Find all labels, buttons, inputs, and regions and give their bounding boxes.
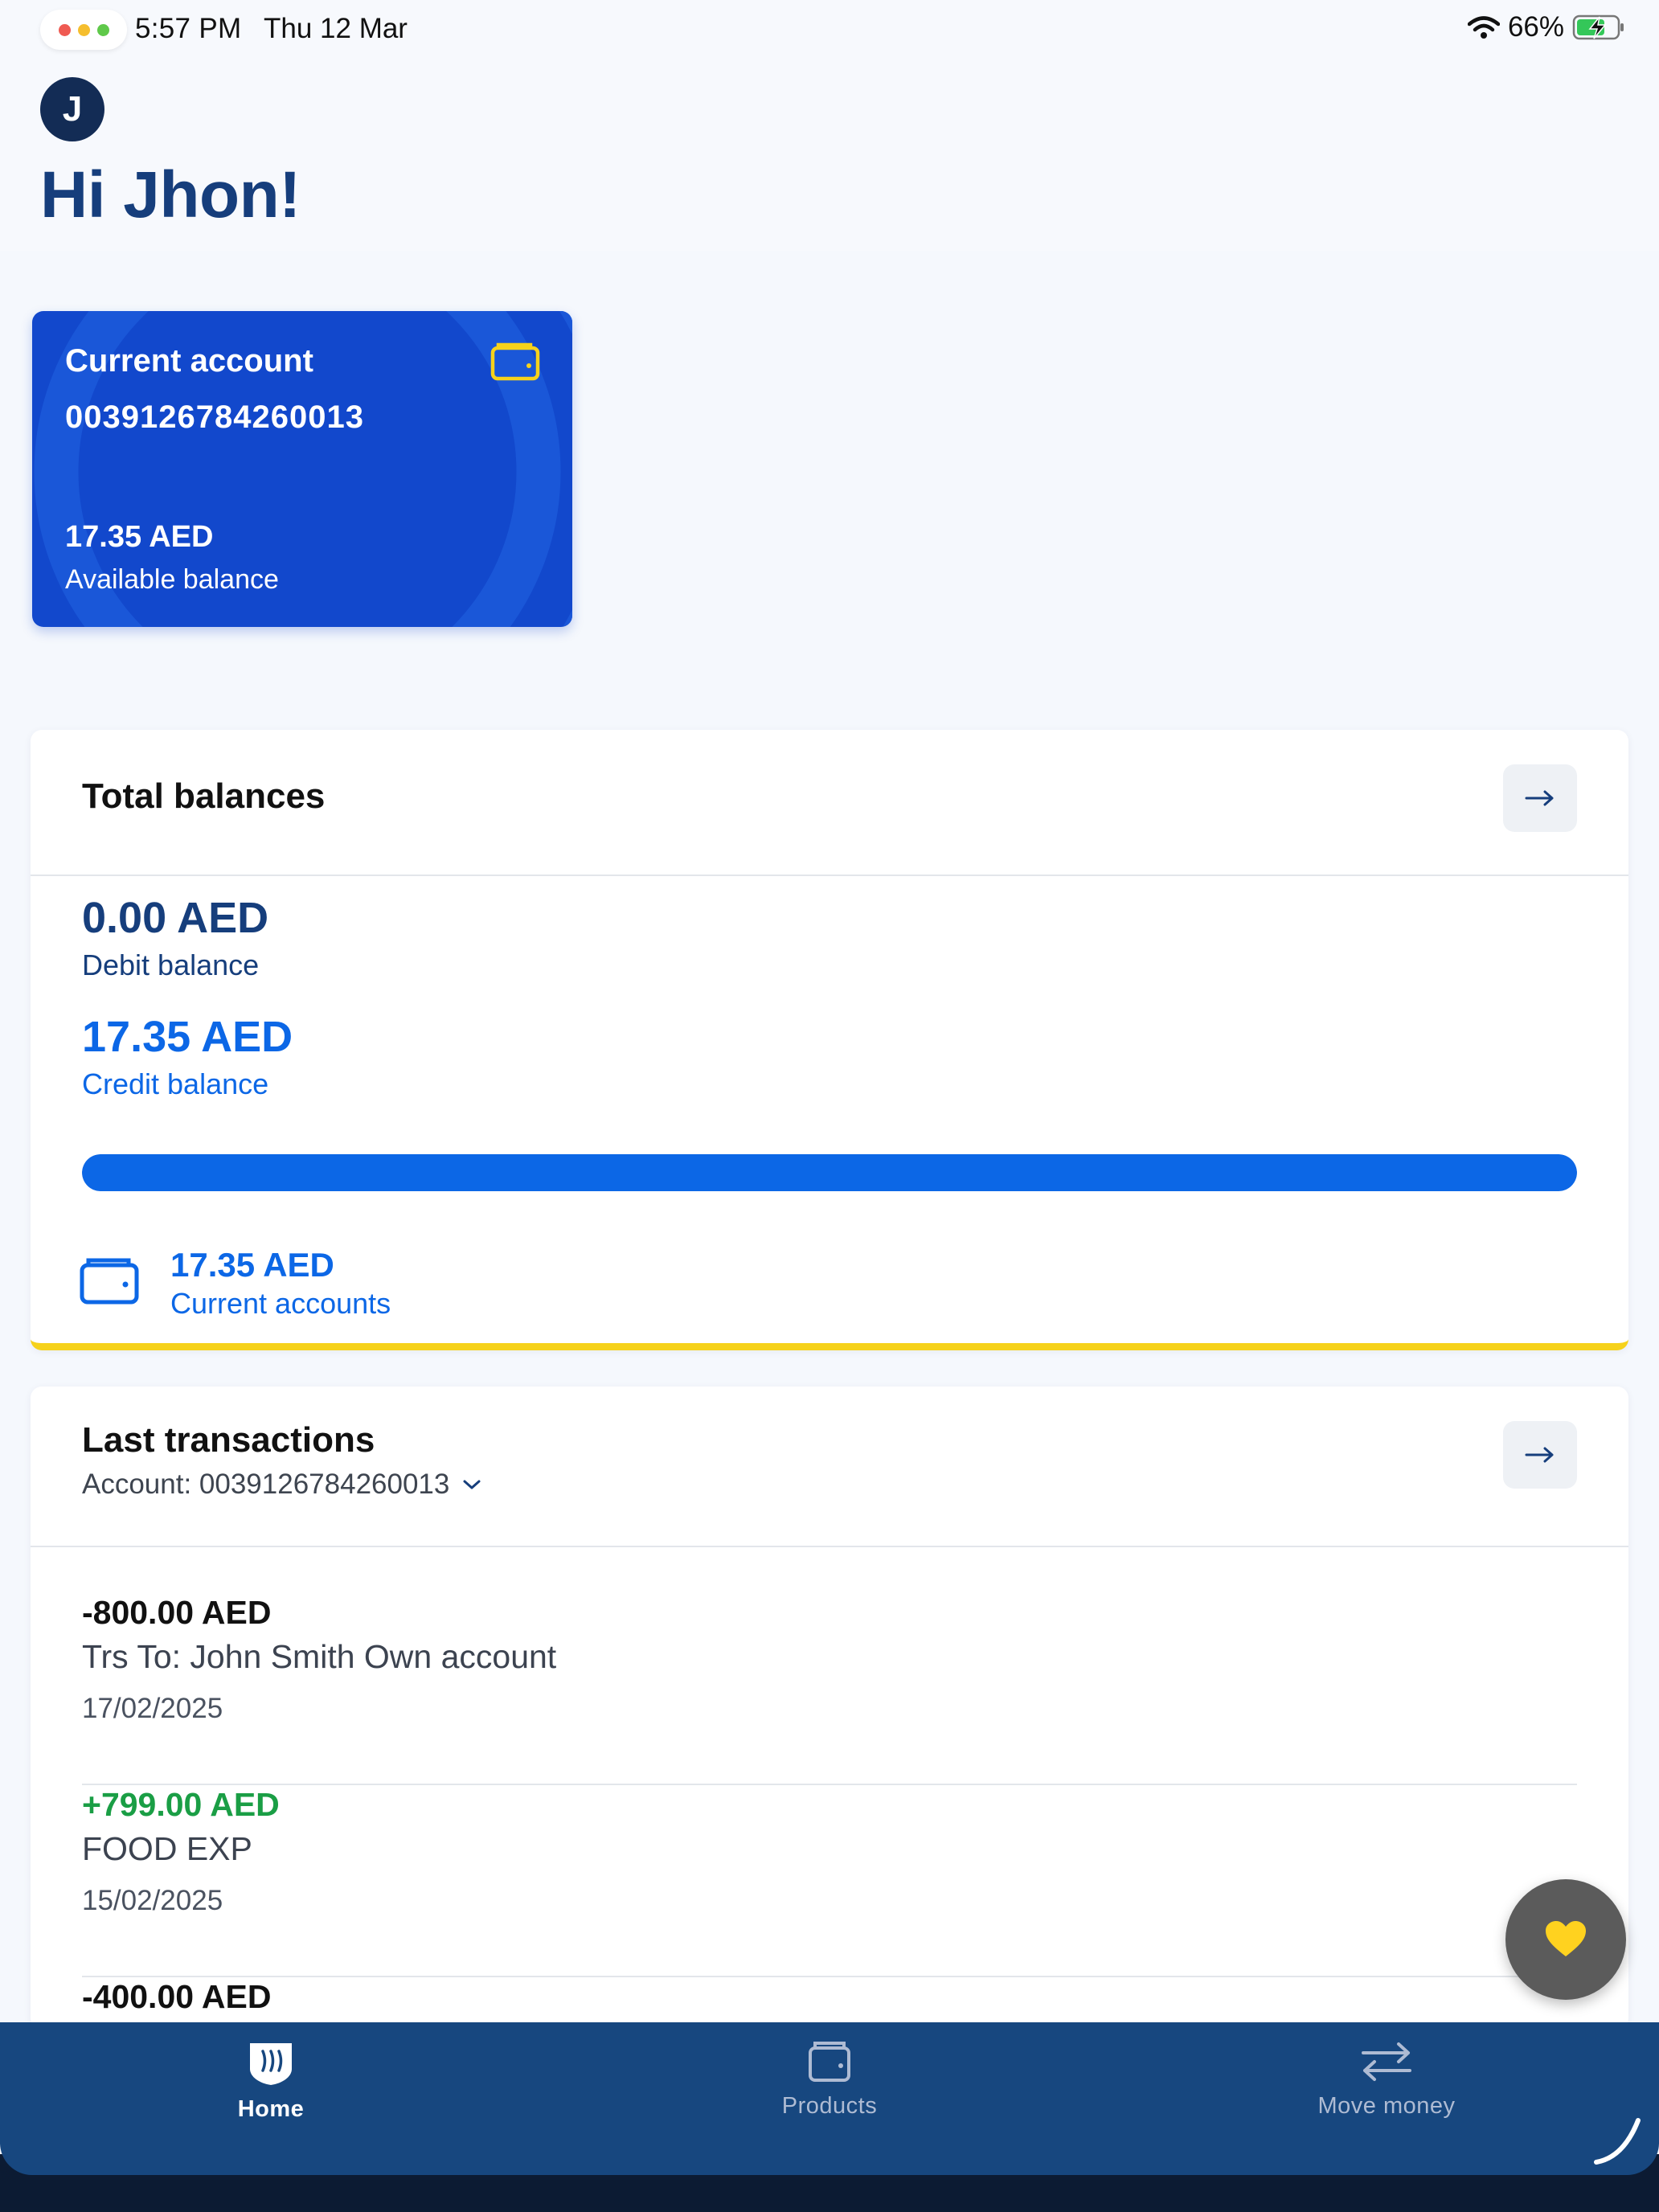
debit-balance-label: Debit balance bbox=[82, 948, 260, 981]
balance-progress-bar bbox=[82, 1154, 1577, 1191]
bottom-navigation: Home Products Move money bbox=[0, 2022, 1659, 2175]
transaction-date: 17/02/2025 bbox=[82, 1693, 223, 1724]
nav-label-products: Products bbox=[781, 2093, 878, 2119]
account-card-label: Available balance bbox=[65, 564, 279, 595]
battery-percent: 66% bbox=[1507, 11, 1564, 43]
current-accounts-label[interactable]: Current accounts bbox=[170, 1287, 391, 1321]
transaction-amount: -400.00 AED bbox=[82, 1978, 272, 2015]
close-dot-icon[interactable] bbox=[58, 23, 71, 36]
avatar-initial: J bbox=[62, 89, 83, 129]
nav-item-products[interactable]: Products bbox=[709, 2040, 950, 2120]
zoom-dot-icon[interactable] bbox=[96, 23, 109, 36]
balance-progress-fill bbox=[82, 1154, 1577, 1191]
favorites-fab[interactable] bbox=[1505, 1879, 1626, 2000]
status-bar: 5:57 PM Thu 12 Mar 66% bbox=[0, 0, 1659, 60]
total-balances-panel: Total balances 0.00 AED Debit balance 17… bbox=[31, 730, 1628, 1350]
panel-divider bbox=[31, 875, 1628, 876]
account-selector[interactable]: Account: 0039126784260013 bbox=[82, 1469, 481, 1501]
last-transactions-title: Last transactions bbox=[82, 1420, 375, 1460]
total-balances-arrow-button[interactable] bbox=[1503, 764, 1577, 832]
arrow-right-icon bbox=[1525, 790, 1554, 806]
debit-balance-amount: 0.00 AED bbox=[82, 894, 269, 942]
last-transactions-panel: Last transactions Account: 0039126784260… bbox=[31, 1387, 1628, 2030]
status-indicators: 66% bbox=[1467, 11, 1627, 43]
home-icon bbox=[250, 2043, 292, 2085]
account-card-title: Current account bbox=[65, 343, 313, 379]
total-balances-title: Total balances bbox=[82, 776, 326, 816]
transaction-row[interactable]: -800.00 AED Trs To: John Smith Own accou… bbox=[82, 1594, 1577, 1785]
transaction-amount: -800.00 AED bbox=[82, 1594, 272, 1631]
nav-label-move-money: Move money bbox=[1317, 2093, 1456, 2119]
nav-item-move-money[interactable]: Move money bbox=[1266, 2040, 1507, 2120]
credit-balance-label: Credit balance bbox=[82, 1067, 269, 1100]
window-controls[interactable] bbox=[40, 10, 127, 50]
resize-handle-icon[interactable] bbox=[1588, 2112, 1645, 2169]
transaction-description: FOOD EXP bbox=[82, 1830, 252, 1867]
transaction-row[interactable]: +799.00 AED FOOD EXP 15/02/2025 bbox=[82, 1786, 1577, 1977]
account-card-amount: 17.35 AED bbox=[65, 520, 214, 554]
heart-icon bbox=[1546, 1921, 1586, 1956]
wallet-icon bbox=[490, 342, 540, 381]
nav-item-home[interactable]: Home bbox=[150, 2040, 391, 2123]
wifi-icon bbox=[1467, 16, 1500, 39]
account-selector-label: Account: 0039126784260013 bbox=[82, 1469, 450, 1500]
transfer-arrows-icon bbox=[1362, 2042, 1411, 2081]
current-accounts-amount[interactable]: 17.35 AED bbox=[170, 1246, 334, 1284]
credit-balance-amount: 17.35 AED bbox=[82, 1013, 293, 1061]
status-date: Thu 12 Mar bbox=[264, 13, 408, 44]
arrow-right-icon bbox=[1525, 1447, 1554, 1463]
battery-charging-icon bbox=[1572, 14, 1624, 40]
last-transactions-arrow-button[interactable] bbox=[1503, 1421, 1577, 1489]
avatar[interactable]: J bbox=[40, 77, 104, 141]
current-account-card[interactable]: Current account 0039126784260013 17.35 A… bbox=[32, 311, 572, 627]
transaction-amount: +799.00 AED bbox=[82, 1786, 280, 1823]
wallet-outline-icon bbox=[80, 1258, 139, 1305]
wallet-icon bbox=[809, 2042, 850, 2082]
minimize-dot-icon[interactable] bbox=[77, 23, 90, 36]
greeting-title: Hi Jhon! bbox=[40, 158, 301, 231]
account-card-number: 0039126784260013 bbox=[65, 399, 364, 435]
transaction-description: Trs To: John Smith Own account bbox=[82, 1638, 557, 1675]
transaction-date: 15/02/2025 bbox=[82, 1885, 223, 1916]
status-time: 5:57 PM bbox=[135, 13, 242, 44]
chevron-down-icon bbox=[463, 1480, 481, 1489]
panel-divider bbox=[31, 1546, 1628, 1547]
nav-label-home: Home bbox=[237, 2096, 305, 2122]
